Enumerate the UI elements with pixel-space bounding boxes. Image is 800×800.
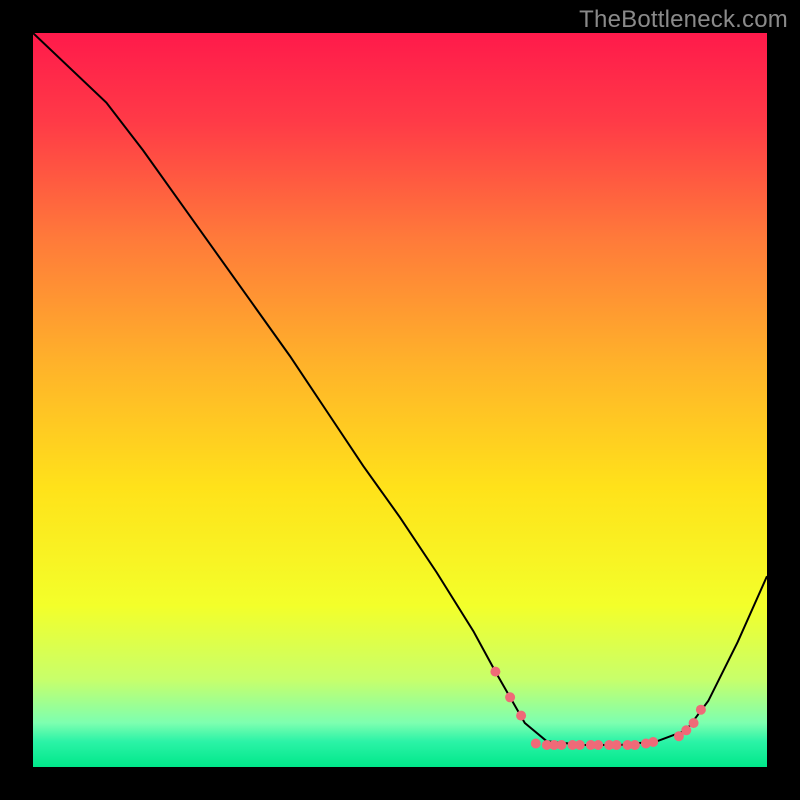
marker-dot <box>575 740 585 750</box>
watermark-label: TheBottleneck.com <box>579 6 788 34</box>
marker-dot <box>490 667 500 677</box>
chart-background <box>33 33 767 767</box>
marker-dot <box>516 711 526 721</box>
marker-dot <box>531 739 541 749</box>
marker-dot <box>696 705 706 715</box>
marker-dot <box>505 692 515 702</box>
marker-dot <box>630 740 640 750</box>
marker-dot <box>593 740 603 750</box>
plot-area <box>33 33 767 767</box>
marker-dot <box>689 718 699 728</box>
marker-dot <box>557 740 567 750</box>
chart-frame: TheBottleneck.com <box>0 0 800 800</box>
marker-dot <box>648 737 658 747</box>
marker-dot <box>681 725 691 735</box>
marker-dot <box>612 740 622 750</box>
chart-svg <box>33 33 767 767</box>
